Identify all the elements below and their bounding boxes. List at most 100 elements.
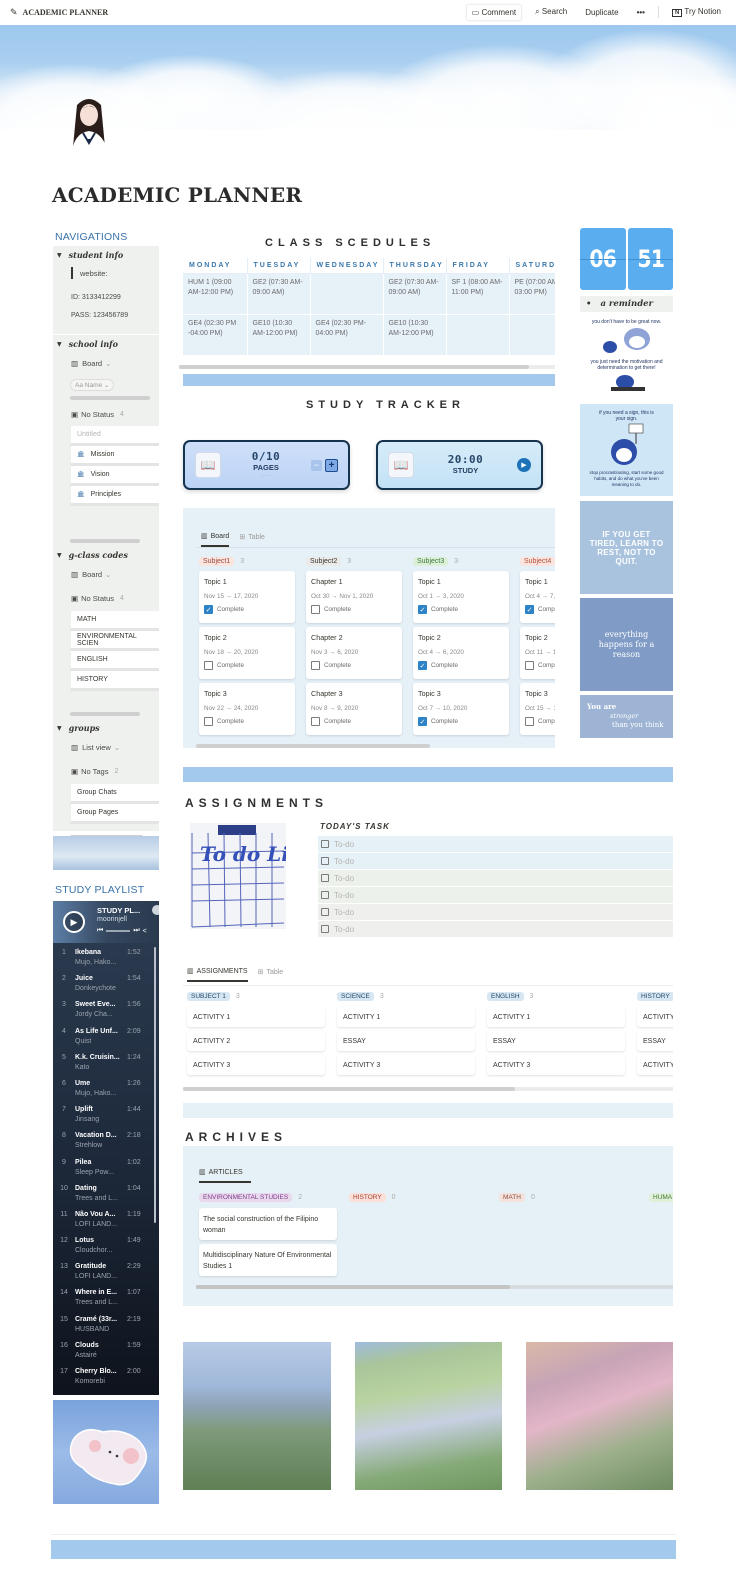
schedule-cell[interactable]: GE4 (02:30 PM -04:00 PM) [183,314,248,356]
complete-checkbox[interactable] [311,717,320,726]
topic-card[interactable]: Topic 1 Nov 15 → 17, 2020 ✓ Complete [199,571,295,623]
search-button[interactable]: ⌕ Search [530,4,572,20]
todo-checkbox[interactable] [321,908,329,916]
playlist-track[interactable]: 4 As Life Unf... Quist 2:09 [53,1024,159,1050]
decrement-button[interactable]: − [311,459,322,471]
horizontal-scrollbar[interactable] [70,539,140,543]
topic-card[interactable]: Topic 1 Oct 4 → 7, 2020 ✓ Complete [520,571,555,623]
todo-item[interactable]: To-do [318,887,673,903]
horizontal-scrollbar-track[interactable] [183,1087,673,1091]
schedule-cell[interactable]: GE2 (07:30 AM-09:00 AM) [383,273,447,315]
topic-card[interactable]: Chapter 3 Nov 8 → 9, 2020 Complete [306,683,402,735]
topic-card[interactable]: Topic 3 Oct 15 → 17, 2020 Complete [520,683,555,735]
board-view-selector[interactable]: ▥ Board ⌄ [53,563,159,585]
spotify-logo-icon[interactable] [152,905,159,915]
playlist-track[interactable]: 13 Gratitude LOFI LAND... 2:29 [53,1259,159,1285]
horizontal-scrollbar[interactable] [196,744,430,748]
tab-board[interactable]: ▥ Board [201,532,230,547]
complete-checkbox[interactable] [311,605,320,614]
schedule-cell[interactable] [509,314,555,356]
complete-checkbox[interactable] [311,661,320,670]
playlist-track[interactable]: 10 Dating Trees and L... 1:04 [53,1181,159,1207]
previous-track-icon[interactable]: ⏮ [97,927,103,935]
subject-tag[interactable]: ENGLISH [487,992,524,1001]
topic-card[interactable]: Chapter 2 Nov 3 → 6, 2020 Complete [306,627,402,679]
playlist-track[interactable]: 1 Ikebana Mujo, Hako... 1:52 [53,945,159,971]
school-info-item[interactable]: 🏛 Vision [70,466,159,486]
complete-checkbox[interactable]: ✓ [418,661,427,670]
more-options-button[interactable]: ••• [632,5,650,20]
share-icon[interactable]: < [143,928,147,935]
schedule-cell[interactable]: GE10 (10:30 AM-12:00 PM) [383,314,447,356]
breadcrumb-title[interactable]: ACADEMIC PLANNER [23,8,109,17]
assignment-card[interactable]: ACTIVITY 1 [337,1007,475,1027]
assignment-card[interactable]: ACTIVITY 1 [187,1007,325,1027]
complete-checkbox[interactable] [525,661,534,670]
todo-checkbox[interactable] [321,857,329,865]
schedule-cell[interactable] [310,273,384,315]
article-card[interactable]: The social construction of the Filipino … [199,1208,337,1240]
playlist-track[interactable]: 2 Juice Donkeychote 1:54 [53,971,159,997]
topic-card[interactable]: Chapter 1 Oct 30 → Nov 1, 2020 Complete [306,571,402,623]
schedule-cell[interactable]: HUM 1 (09:00 AM-12:00 PM) [183,273,248,315]
todo-item[interactable]: To-do [318,921,673,937]
topic-card[interactable]: Topic 1 Oct 1 → 3, 2020 ✓ Complete [413,571,509,623]
playlist-track[interactable]: 8 Vacation D... Strehlow 2:18 [53,1128,159,1154]
student-info-header[interactable]: ▼ student info [53,247,159,263]
school-info-item[interactable]: Untitled [70,426,159,446]
playlist-owner[interactable]: moorinjell [97,916,159,923]
subject-tag[interactable]: Subject4 [520,556,555,566]
list-view-selector[interactable]: ▥ List view ⌄ [53,736,159,758]
comment-button[interactable]: ▭ Comment [465,3,523,21]
assignment-card[interactable]: ACTIVITY 1 [487,1007,625,1027]
schedule-cell[interactable] [446,314,510,356]
horizontal-scrollbar[interactable] [70,396,150,400]
category-tag[interactable]: MATH [499,1193,525,1202]
class-code-item[interactable]: MATH [70,611,159,631]
assignment-card[interactable]: ACTIVITY 3 [637,1055,673,1075]
playlist-track[interactable]: 5 K.k. Cruisin... Kato 1:24 [53,1050,159,1076]
scrollbar-thumb[interactable] [183,1087,515,1091]
todo-item[interactable]: To-do [318,904,673,920]
assignment-card[interactable]: ESSAY [337,1031,475,1051]
board-view-selector[interactable]: ▥ Board ⌄ [53,352,159,374]
subject-tag[interactable]: Subject1 [199,556,235,566]
category-tag[interactable]: HUMA [649,1193,673,1202]
assignment-card[interactable]: ACTIVITY 3 [487,1055,625,1075]
horizontal-scrollbar-track[interactable] [179,365,555,369]
playlist-track[interactable]: 6 Ume Mujo, Hako... 1:26 [53,1076,159,1102]
topic-card[interactable]: Topic 2 Oct 11 → 14, 2020 Complete [520,627,555,679]
class-code-item[interactable]: HISTORY [70,671,159,691]
playlist-track[interactable]: 3 Sweet Eve... Jordy Cha... 1:56 [53,997,159,1023]
assignment-card[interactable]: ACTIVITY 2 [187,1031,325,1051]
complete-checkbox[interactable]: ✓ [418,605,427,614]
name-filter-chip[interactable]: Aa Name ⌄ [70,379,115,391]
playlist-track[interactable]: 16 Clouds Astairé 1:59 [53,1338,159,1364]
subject-tag[interactable]: SCIENCE [337,992,374,1001]
topic-card[interactable]: Topic 3 Oct 7 → 10, 2020 ✓ Complete [413,683,509,735]
horizontal-scrollbar-track[interactable] [196,1285,673,1289]
complete-checkbox[interactable] [204,661,213,670]
start-timer-button[interactable]: ▶ [517,458,531,472]
todo-checkbox[interactable] [321,891,329,899]
class-code-item[interactable]: ENGLISH [70,651,159,671]
todo-item[interactable]: To-do [318,853,673,869]
school-info-item[interactable]: 🏛 Principles [70,486,159,506]
todo-checkbox[interactable] [321,874,329,882]
assignment-card[interactable]: ACTIVITY 3 [337,1055,475,1075]
assignment-card[interactable]: ESSAY [637,1031,673,1051]
tab-assignments[interactable]: ▥ ASSIGNMENTS [187,967,248,982]
gclass-codes-header[interactable]: ▼ g-class codes [53,547,159,563]
duplicate-button[interactable]: Duplicate [580,5,623,20]
playlist-track[interactable]: 9 Pilea Sleep Pow... 1:02 [53,1155,159,1181]
complete-checkbox[interactable]: ✓ [204,605,213,614]
category-tag[interactable]: HISTORY [349,1193,386,1202]
horizontal-scrollbar[interactable] [70,712,140,716]
schedule-cell[interactable]: GE10 (10:30 AM-12:00 PM) [247,314,311,356]
school-info-header[interactable]: ▼ school info [53,336,159,352]
subject-tag[interactable]: Subject2 [306,556,342,566]
increment-button[interactable]: + [325,458,338,472]
tab-table[interactable]: ⊞ Table [258,968,284,981]
schedule-cell[interactable]: SF 1 (08:00 AM-11:00 PM) [446,273,510,315]
schedule-cell[interactable]: PE (07:00 AM-03:00 PM) [509,273,555,315]
